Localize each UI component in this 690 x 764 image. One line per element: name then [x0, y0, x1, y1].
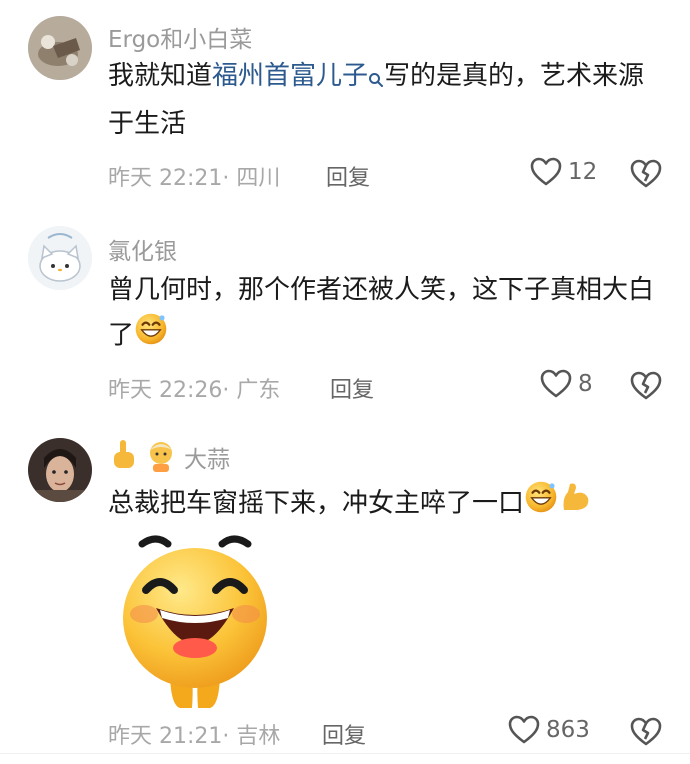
username[interactable]: 氯化银 — [108, 232, 177, 266]
like-count: 12 — [568, 159, 598, 185]
pointing-up-icon — [108, 438, 138, 476]
search-icon[interactable] — [368, 58, 384, 102]
like-button[interactable]: 863 — [508, 715, 590, 745]
username[interactable]: Ergo和小白菜 — [108, 20, 252, 54]
comment-time-location: 昨天 21:21· 吉林 — [108, 724, 281, 749]
avatar[interactable] — [28, 438, 92, 502]
comment-text: 曾几何时，那个作者还被人笑，这下子真相大白了 — [108, 268, 668, 360]
like-button[interactable]: 8 — [540, 369, 593, 399]
comment-text-content: 总裁把车窗摇下来，冲女主啐了一口 — [108, 488, 525, 519]
person-icon — [144, 438, 178, 476]
username-row: 大蒜 — [108, 438, 230, 476]
search-link[interactable]: 福州首富儿子 — [212, 61, 368, 91]
comment-time-location: 昨天 22:21· 四川 — [108, 166, 281, 191]
reply-button[interactable]: 回复 — [326, 160, 370, 192]
broken-heart-icon[interactable] — [630, 717, 662, 747]
reply-button[interactable]: 回复 — [322, 718, 366, 750]
avatar[interactable] — [28, 16, 92, 80]
smile-emoji-icon — [134, 312, 168, 360]
broken-heart-icon[interactable] — [630, 159, 662, 189]
heart-icon — [540, 369, 572, 399]
heart-icon — [530, 157, 562, 187]
reply-button[interactable]: 回复 — [330, 372, 374, 404]
heart-icon — [508, 715, 540, 745]
avatar[interactable] — [28, 226, 92, 290]
like-count: 8 — [578, 371, 593, 397]
broken-heart-icon[interactable] — [630, 371, 662, 401]
comment-text: 总裁把车窗摇下来，冲女主啐了一口 — [108, 480, 668, 528]
divider — [0, 753, 690, 754]
like-button[interactable]: 12 — [530, 157, 597, 187]
comment-time-location: 昨天 22:26· 广东 — [108, 378, 281, 403]
smile-emoji-icon — [524, 480, 558, 528]
like-count: 863 — [546, 717, 590, 743]
flexed-arm-icon — [558, 480, 592, 528]
comment-text-start: 我就知道 — [108, 61, 213, 91]
username[interactable]: 大蒜 — [184, 440, 230, 474]
comment-text-content: 曾几何时，那个作者还被人笑，这下子真相大白了 — [108, 275, 655, 351]
comment-text: 我就知道福州首富儿子 写的是真的，艺术来源于生活 — [108, 54, 668, 146]
laughing-sticker — [110, 530, 280, 714]
